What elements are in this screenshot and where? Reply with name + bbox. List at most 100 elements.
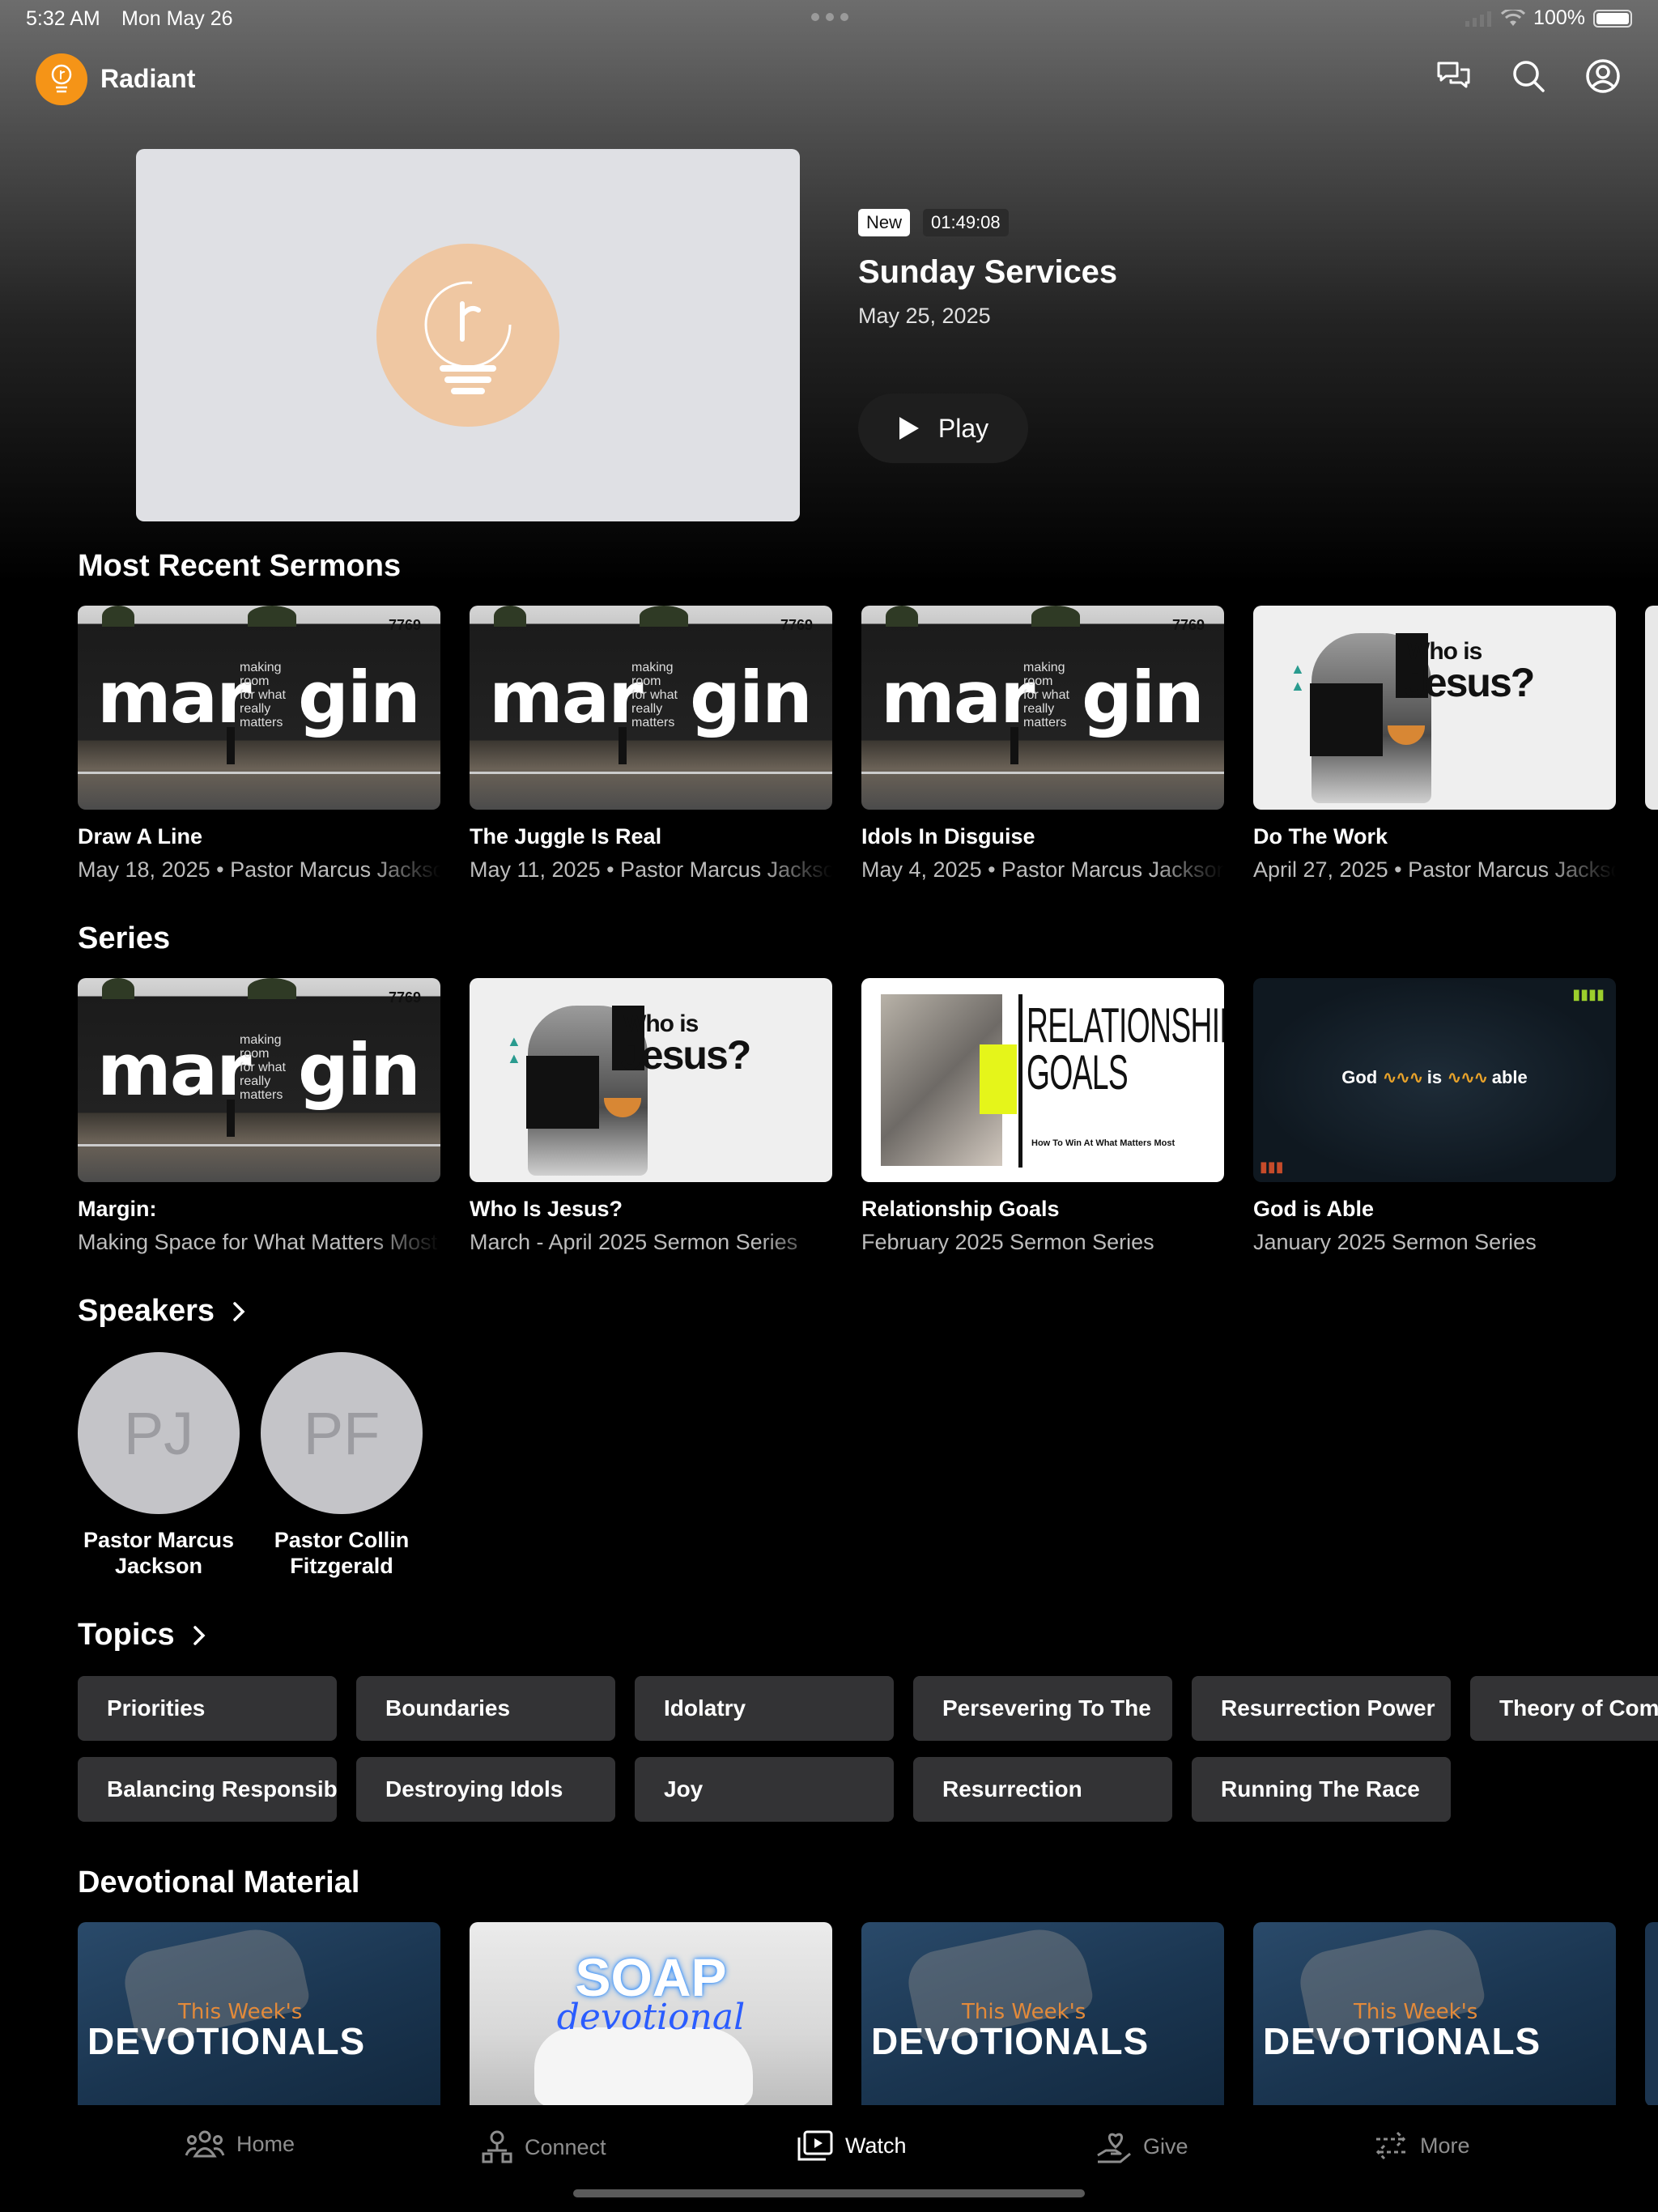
avatar: PF — [261, 1352, 423, 1514]
topic-chip[interactable]: Persevering To The — [913, 1676, 1172, 1741]
tab-watch[interactable]: Watch — [797, 2129, 907, 2162]
cellular-icon — [1465, 11, 1492, 27]
sermon-thumbnail: 7769 mar making room for what really mat… — [861, 606, 1224, 810]
topic-chip[interactable]: Idolatry — [635, 1676, 894, 1741]
account-icon[interactable] — [1584, 57, 1622, 96]
series-card[interactable]: ▮▮▮▮ ▮▮▮ God ∿∿∿ is ∿∿∿ able God is Able … — [1253, 978, 1616, 1255]
series-title: Margin: — [78, 1197, 157, 1221]
status-date: Mon May 26 — [121, 7, 233, 30]
sermon-card[interactable]: 7769 mar making room for what really mat… — [861, 606, 1224, 883]
tab-connect[interactable]: Connect — [481, 2129, 606, 2165]
sermon-card[interactable]: 7769 mar making room for what really mat… — [78, 606, 440, 883]
sermon-thumbnail: 7769 mar making room for what really mat… — [470, 606, 832, 810]
series-sub: March - April 2025 Sermon Series — [470, 1230, 798, 1254]
featured-info: New 01:49:08 Sunday Services May 25, 202… — [858, 209, 1117, 329]
devotional-row[interactable]: This Week's DEVOTIONALS SOAP devotional … — [78, 1922, 1658, 2107]
next-card-peek[interactable] — [1645, 606, 1658, 810]
featured-thumbnail[interactable] — [136, 149, 800, 521]
brand-name: Radiant — [100, 64, 196, 93]
topic-chip[interactable]: Resurrection Power — [1192, 1676, 1451, 1741]
speaker-card[interactable]: PJ Pastor Marcus Jackson — [78, 1352, 240, 1579]
devotional-card[interactable]: This Week's DEVOTIONALS — [78, 1922, 440, 2107]
sermon-title: Do The Work — [1253, 824, 1388, 849]
status-right: 100% — [1465, 6, 1632, 30]
speaker-card[interactable]: PF Pastor Collin Fitzgerald — [261, 1352, 423, 1579]
sermon-meta: April 27, 2025 • Pastor Marcus Jackson — [1253, 857, 1616, 882]
next-card-peek[interactable] — [1645, 1922, 1658, 2107]
avatar: PJ — [78, 1352, 240, 1514]
series-thumbnail: ▮▮▮▮ ▮▮▮ God ∿∿∿ is ∿∿∿ able — [1253, 978, 1616, 1182]
battery-icon — [1593, 9, 1632, 28]
topic-chip[interactable]: Boundaries — [356, 1676, 615, 1741]
series-title: Who Is Jesus? — [470, 1197, 623, 1221]
give-icon — [1097, 2133, 1131, 2163]
devotional-thumbnail: This Week's DEVOTIONALS — [1253, 1922, 1616, 2107]
chevron-right-icon[interactable] — [193, 1625, 206, 1646]
section-title-speakers[interactable]: Speakers — [78, 1294, 245, 1329]
connect-icon — [482, 2130, 512, 2163]
status-time: 5:32 AM — [26, 7, 100, 30]
recent-sermons-row[interactable]: 7769 mar making room for what really mat… — [78, 606, 1658, 883]
sermon-card[interactable]: ▲ ▲ Who is Jesus? Do The Work April 27, 2… — [1253, 606, 1616, 883]
section-title-topics[interactable]: Topics — [78, 1618, 206, 1653]
multitask-dots[interactable] — [811, 13, 848, 21]
new-badge: New — [858, 209, 911, 236]
topic-chip[interactable]: Running The Race — [1192, 1757, 1451, 1822]
devotional-card[interactable]: This Week's DEVOTIONALS — [1253, 1922, 1616, 2107]
sermon-title: Idols In Disguise — [861, 824, 1035, 849]
topic-chip[interactable]: Joy — [635, 1757, 894, 1822]
series-title: God is Able — [1253, 1197, 1375, 1221]
series-thumbnail: RELATIONSHIP GOALS How To Win At What Ma… — [861, 978, 1224, 1182]
app-header: Radiant — [36, 49, 1622, 110]
topic-chip[interactable]: Priorities — [78, 1676, 337, 1741]
sermon-meta: May 4, 2025 • Pastor Marcus Jackson — [861, 857, 1224, 882]
sermon-meta: May 11, 2025 • Pastor Marcus Jackson — [470, 857, 832, 882]
chevron-right-icon[interactable] — [232, 1301, 245, 1322]
series-sub: February 2025 Sermon Series — [861, 1230, 1154, 1254]
play-button[interactable]: Play — [858, 393, 1028, 463]
home-indicator[interactable] — [573, 2189, 1085, 2197]
battery-percent: 100% — [1533, 6, 1585, 29]
radiant-placeholder-icon — [376, 244, 559, 427]
series-sub: January 2025 Sermon Series — [1253, 1230, 1537, 1254]
topic-chip[interactable]: Destroying Idols — [356, 1757, 615, 1822]
radiant-logo-icon[interactable] — [36, 53, 87, 105]
speaker-name: Pastor Collin Fitzgerald — [274, 1528, 410, 1578]
devotional-card[interactable]: This Week's DEVOTIONALS — [861, 1922, 1224, 2107]
section-title-devotional: Devotional Material — [78, 1865, 360, 1899]
devotional-thumbnail: This Week's DEVOTIONALS — [78, 1922, 440, 2107]
status-bar: 5:32 AM Mon May 26 100% — [0, 0, 1658, 37]
topics-grid: Priorities Boundaries Idolatry Perseveri… — [78, 1676, 1658, 1838]
featured-title: Sunday Services — [858, 254, 1118, 290]
topic-chip[interactable]: Balancing Responsibilities — [78, 1757, 337, 1822]
sermon-title: The Juggle Is Real — [470, 824, 662, 849]
section-title-recent: Most Recent Sermons — [78, 549, 402, 583]
devotional-thumbnail: SOAP devotional — [470, 1922, 832, 2107]
series-thumbnail: 7769 mar making room for what really mat… — [78, 978, 440, 1182]
tab-give[interactable]: Give — [1096, 2129, 1188, 2163]
series-card[interactable]: RELATIONSHIP GOALS How To Win At What Ma… — [861, 978, 1224, 1255]
devotional-card[interactable]: SOAP devotional — [470, 1922, 832, 2107]
series-sub: Making Space for What Matters Most — [78, 1230, 438, 1254]
arrows-swap-icon — [1375, 2131, 1406, 2160]
topic-chip[interactable]: Resurrection — [913, 1757, 1172, 1822]
series-card[interactable]: ▲ ▲ Who is Jesus? Who Is Jesus? March - A… — [470, 978, 832, 1255]
play-icon — [899, 417, 919, 440]
search-icon[interactable] — [1509, 57, 1548, 96]
series-thumbnail: ▲ ▲ Who is Jesus? — [470, 978, 832, 1182]
series-card[interactable]: 7769 mar making room for what really mat… — [78, 978, 440, 1255]
messages-icon[interactable] — [1435, 57, 1473, 96]
sermon-card[interactable]: 7769 mar making room for what really mat… — [470, 606, 832, 883]
sermon-thumbnail: ▲ ▲ Who is Jesus? — [1253, 606, 1616, 810]
tab-home[interactable]: Home — [185, 2129, 295, 2159]
play-label: Play — [937, 413, 989, 443]
watch-icon — [797, 2130, 833, 2161]
people-icon — [185, 2130, 225, 2158]
sermon-title: Draw A Line — [78, 824, 203, 849]
devotional-thumbnail: This Week's DEVOTIONALS — [861, 1922, 1224, 2107]
sermon-thumbnail: 7769 mar making room for what really mat… — [78, 606, 440, 810]
topic-chip[interactable]: Theory of Compassion — [1470, 1676, 1658, 1741]
tab-more[interactable]: More — [1373, 2129, 1470, 2162]
series-title: Relationship Goals — [861, 1197, 1060, 1221]
series-row[interactable]: 7769 mar making room for what really mat… — [78, 978, 1616, 1255]
